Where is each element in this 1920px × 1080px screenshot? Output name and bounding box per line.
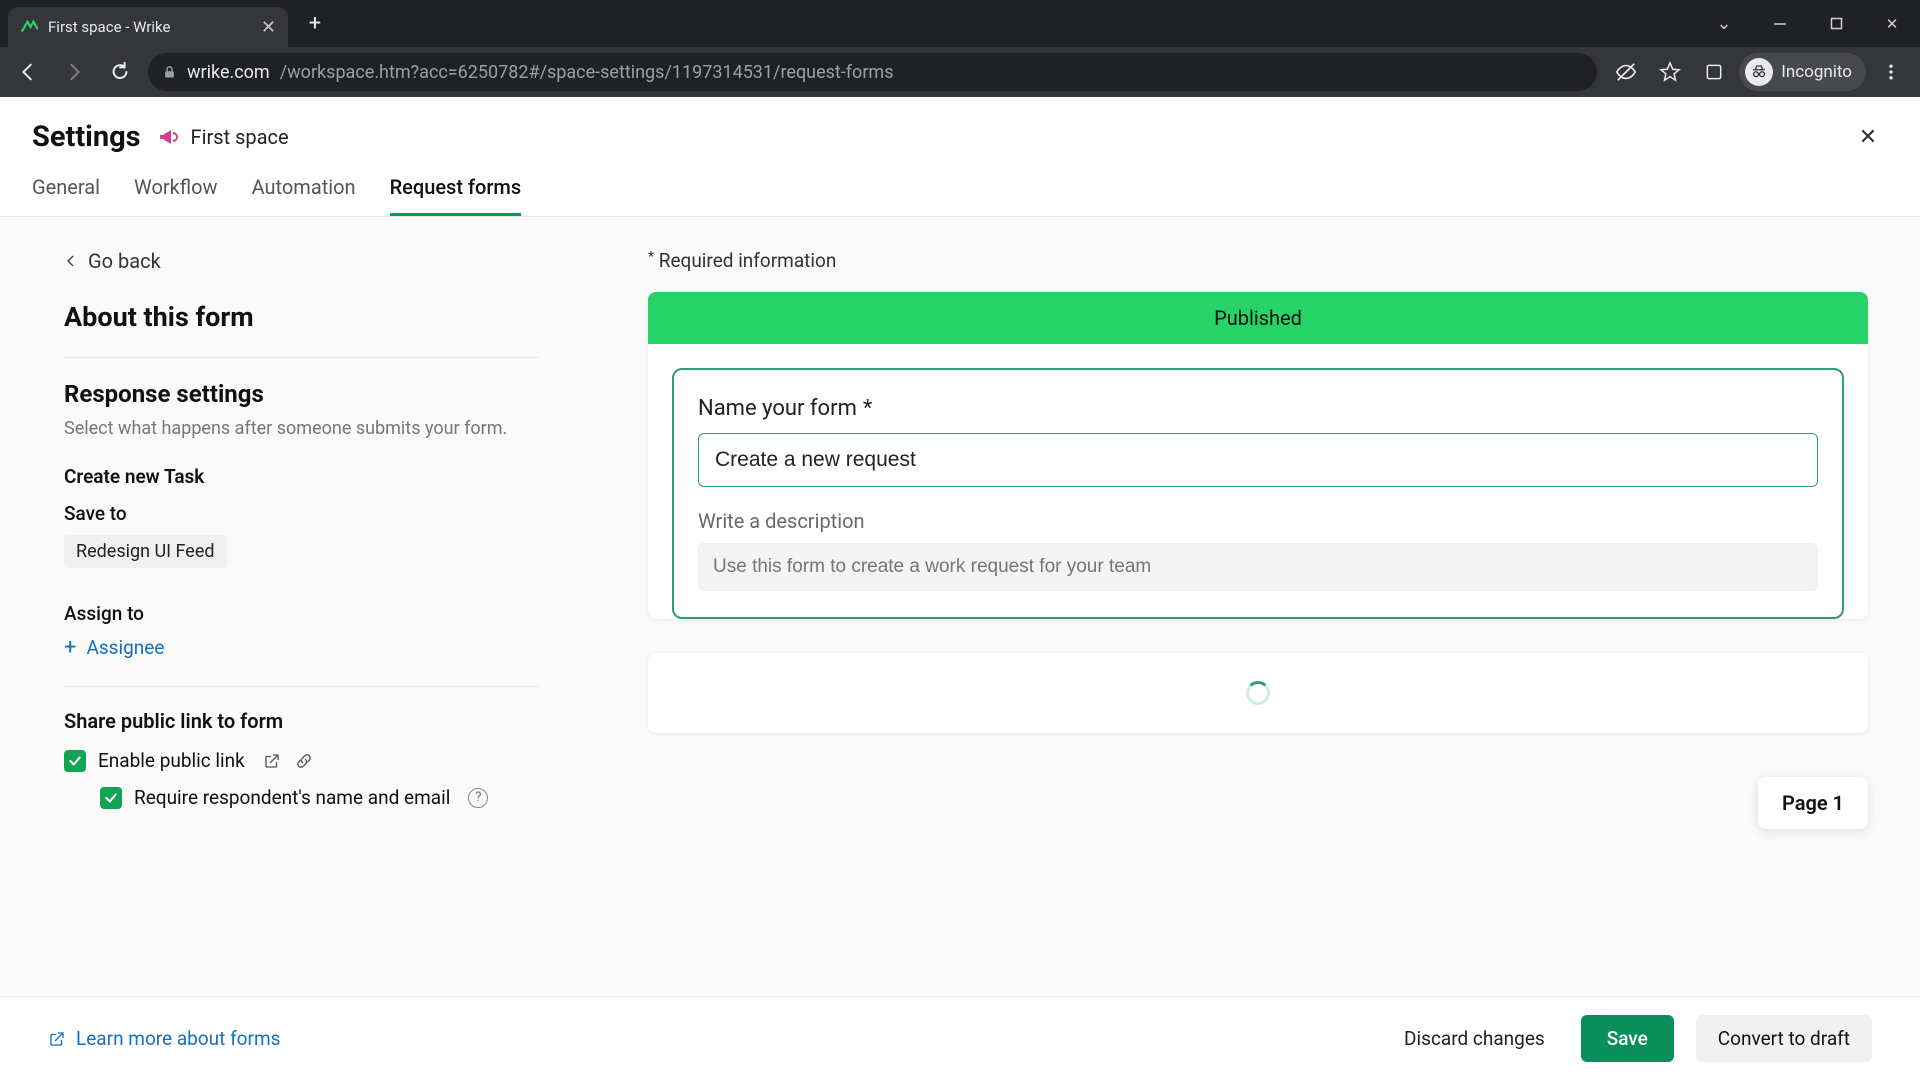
tab-request-forms[interactable]: Request forms [390, 175, 522, 216]
assignee-label: Assignee [86, 636, 164, 659]
discard-changes-button[interactable]: Discard changes [1390, 1017, 1559, 1060]
settings-tabs: General Workflow Automation Request form… [0, 157, 1920, 217]
published-banner: Published [648, 292, 1868, 344]
response-settings-desc: Select what happens after someone submit… [64, 418, 539, 439]
go-back-label: Go back [88, 249, 161, 273]
divider [64, 686, 539, 687]
loading-card [648, 653, 1868, 733]
browser-tab[interactable]: First space - Wrike ✕ [8, 7, 288, 47]
save-to-chip[interactable]: Redesign UI Feed [64, 535, 227, 568]
create-new-task-label: Create new Task [64, 465, 539, 488]
lock-icon [162, 65, 177, 80]
url-host: wrike.com [187, 62, 270, 83]
require-name-email-checkbox[interactable] [100, 787, 122, 809]
response-settings-heading: Response settings [64, 380, 539, 408]
address-bar[interactable]: wrike.com/workspace.htm?acc=6250782#/spa… [148, 53, 1597, 91]
eye-off-icon[interactable] [1607, 53, 1645, 91]
form-name-input[interactable] [698, 433, 1818, 487]
extensions-icon[interactable] [1695, 53, 1733, 91]
share-link-heading: Share public link to form [64, 709, 539, 733]
tabs-dropdown-icon[interactable]: ⌄ [1696, 2, 1752, 46]
close-settings-button[interactable]: ✕ [1848, 117, 1888, 157]
about-form-heading: About this form [64, 301, 539, 333]
form-description-input[interactable] [698, 543, 1818, 591]
learn-more-label: Learn more about forms [76, 1027, 280, 1050]
browser-menu-icon[interactable] [1872, 53, 1910, 91]
spinner-icon [1246, 681, 1270, 705]
help-icon[interactable]: ? [468, 788, 488, 808]
required-info-label: * Required information [648, 249, 1868, 272]
megaphone-icon [157, 125, 181, 149]
form-description-label: Write a description [698, 509, 1818, 533]
browser-forward-button[interactable] [56, 54, 92, 90]
wrike-favicon-icon [20, 18, 38, 36]
tab-workflow[interactable]: Workflow [134, 175, 218, 216]
window-close-icon[interactable]: ✕ [1864, 2, 1920, 46]
enable-public-link-label: Enable public link [98, 749, 245, 772]
require-name-email-label: Require respondent's name and email [134, 786, 450, 809]
save-button[interactable]: Save [1581, 1015, 1674, 1062]
divider [64, 357, 539, 358]
form-name-label: Name your form* [698, 396, 1818, 421]
new-tab-button[interactable]: + [298, 7, 332, 41]
browser-reload-button[interactable] [102, 54, 138, 90]
tab-general[interactable]: General [32, 175, 100, 216]
copy-link-icon[interactable] [295, 752, 313, 770]
space-name: First space [191, 125, 289, 149]
go-back-button[interactable]: Go back [64, 249, 539, 273]
page-title: Settings [32, 120, 141, 154]
tab-automation[interactable]: Automation [252, 175, 356, 216]
incognito-label: Incognito [1781, 62, 1852, 82]
window-maximize-icon[interactable] [1808, 2, 1864, 46]
add-assignee-button[interactable]: + Assignee [64, 635, 539, 660]
assign-to-label: Assign to [64, 602, 539, 625]
browser-tab-title: First space - Wrike [48, 18, 170, 36]
convert-to-draft-button[interactable]: Convert to draft [1696, 1015, 1872, 1062]
page-indicator[interactable]: Page 1 [1758, 777, 1868, 829]
save-to-label: Save to [64, 502, 539, 525]
learn-more-link[interactable]: Learn more about forms [48, 1027, 280, 1050]
enable-public-link-checkbox[interactable] [64, 750, 86, 772]
url-path: /workspace.htm?acc=6250782#/space-settin… [280, 62, 894, 83]
external-link-icon [48, 1030, 66, 1048]
incognito-indicator[interactable]: Incognito [1739, 53, 1866, 91]
bookmark-star-icon[interactable] [1651, 53, 1689, 91]
window-minimize-icon[interactable] [1752, 2, 1808, 46]
incognito-icon [1745, 58, 1773, 86]
close-tab-icon[interactable]: ✕ [261, 17, 276, 38]
plus-icon: + [64, 635, 76, 660]
chevron-left-icon [64, 254, 78, 268]
form-header-card[interactable]: Name your form* Write a description [672, 368, 1844, 619]
external-link-icon[interactable] [263, 752, 281, 770]
space-chip[interactable]: First space [157, 125, 289, 149]
browser-back-button[interactable] [10, 54, 46, 90]
